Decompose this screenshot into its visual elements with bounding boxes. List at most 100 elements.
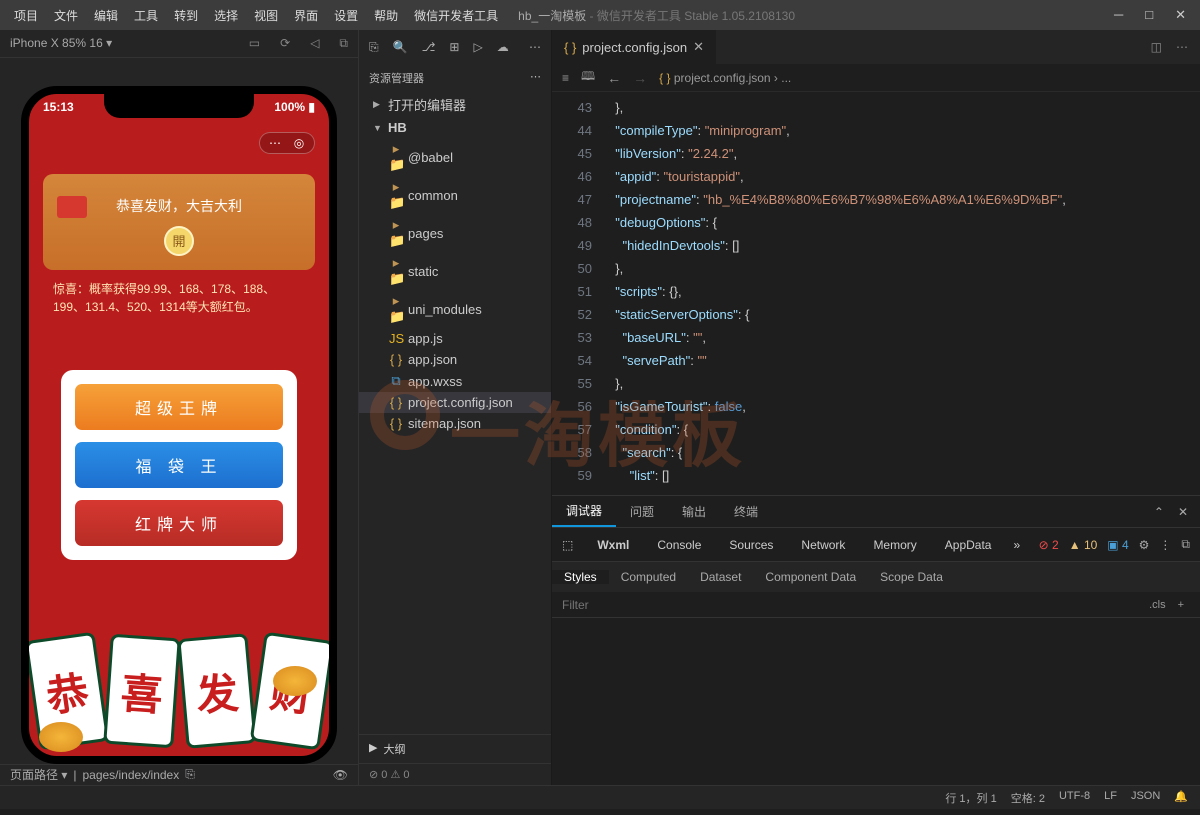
open-editors-section[interactable]: ▶打开的编辑器: [359, 92, 551, 117]
error-badge[interactable]: ⊘ 2: [1039, 538, 1059, 552]
outline-section[interactable]: ▶大纲: [359, 734, 551, 763]
encoding[interactable]: UTF-8: [1059, 790, 1090, 806]
open-button[interactable]: 開: [164, 226, 194, 256]
tree-common[interactable]: ▸ 📁common: [359, 176, 551, 214]
menu-select[interactable]: 选择: [206, 3, 246, 28]
dock-icon[interactable]: ⧉: [1181, 537, 1190, 552]
sub-appdata[interactable]: AppData: [931, 538, 1006, 552]
sub-network[interactable]: Network: [787, 538, 859, 552]
card-red[interactable]: 红牌大师: [75, 500, 283, 546]
editor-tab[interactable]: { } project.config.json ✕: [552, 30, 717, 64]
cloud-icon[interactable]: ☁: [497, 40, 509, 54]
computed-tab[interactable]: Computed: [609, 570, 688, 584]
device-selector[interactable]: iPhone X 85% 16 ▾: [10, 36, 112, 50]
dbg-tab-output[interactable]: 输出: [668, 496, 720, 527]
root-folder[interactable]: ▼HB: [359, 117, 551, 138]
phone-icon[interactable]: ▭: [249, 36, 260, 51]
tab-close-icon[interactable]: ✕: [693, 39, 704, 55]
maximize-icon[interactable]: □: [1145, 7, 1153, 23]
code-editor[interactable]: }, "compileType": "miniprogram", "libVer…: [600, 92, 1066, 495]
sub-memory[interactable]: Memory: [859, 538, 930, 552]
add-rule-icon[interactable]: +: [1172, 599, 1190, 611]
sub-console[interactable]: Console: [643, 538, 715, 552]
lang-mode[interactable]: JSON: [1131, 790, 1160, 806]
tree-app.json[interactable]: { }app.json: [359, 349, 551, 370]
card-bag[interactable]: 福 袋 王: [75, 442, 283, 488]
dbg-tab-debugger[interactable]: 调试器: [552, 496, 616, 527]
envelope-msg: 恭喜发财，大吉大利: [55, 196, 303, 216]
menu-goto[interactable]: 转到: [166, 3, 206, 28]
detach-icon[interactable]: ⧉: [339, 36, 348, 51]
dbg-tab-terminal[interactable]: 终端: [720, 496, 772, 527]
minimize-icon[interactable]: ─: [1114, 7, 1123, 23]
menu-file[interactable]: 文件: [46, 3, 86, 28]
eol[interactable]: LF: [1104, 790, 1117, 806]
dataset-tab[interactable]: Dataset: [688, 570, 753, 584]
tree-project.config.json[interactable]: { }project.config.json: [359, 392, 551, 413]
debugger-panel: 调试器 问题 输出 终端 ⌃ ✕ ⬚ Wxml Console Sources …: [552, 495, 1200, 785]
debug-icon[interactable]: ▷: [473, 40, 482, 54]
menu-edit[interactable]: 编辑: [86, 3, 126, 28]
cls-button[interactable]: .cls: [1143, 599, 1172, 611]
indent[interactable]: 空格: 2: [1011, 790, 1045, 806]
panel-up-icon[interactable]: ⌃: [1154, 505, 1164, 519]
nav-fwd-icon[interactable]: →: [633, 70, 647, 86]
scopedata-tab[interactable]: Scope Data: [868, 570, 955, 584]
menu-help[interactable]: 帮助: [366, 3, 406, 28]
capsule-menu[interactable]: ⋯◎: [259, 132, 315, 154]
menu-tool[interactable]: 工具: [126, 3, 166, 28]
bell-icon[interactable]: 🔔: [1174, 790, 1188, 806]
menu-view[interactable]: 视图: [246, 3, 286, 28]
menu-project[interactable]: 项目: [6, 3, 46, 28]
preview-icon[interactable]: 👁: [333, 768, 348, 782]
red-envelope[interactable]: 恭喜发财，大吉大利 開: [43, 174, 315, 270]
status-battery: 100% ▮: [274, 100, 315, 114]
inspect-icon[interactable]: ⬚: [552, 538, 583, 552]
surprise-text: 惊喜：概率获得99.99、168、178、188、199、131.4、520、1…: [29, 270, 329, 326]
toggle-panel-icon[interactable]: ≡: [562, 71, 569, 85]
bookmark-icon[interactable]: 🕮: [581, 67, 595, 88]
filter-input[interactable]: [562, 598, 1143, 612]
sub-more-icon[interactable]: »: [1005, 538, 1028, 552]
refresh-icon[interactable]: ⟳: [280, 36, 290, 51]
tab-more-icon[interactable]: ⋯: [1176, 40, 1188, 54]
split-icon[interactable]: ◫: [1151, 40, 1162, 54]
tree-uni_modules[interactable]: ▸ 📁uni_modules: [359, 290, 551, 328]
editor-panel: { } project.config.json ✕ ◫ ⋯ ≡ 🕮 ← → { …: [552, 30, 1200, 785]
problems-count[interactable]: ⊘ 0 ⚠ 0: [359, 763, 551, 785]
explorer-icon[interactable]: ⎘: [369, 40, 379, 55]
styles-tab[interactable]: Styles: [552, 570, 609, 584]
copy-icon[interactable]: ⎘: [185, 767, 195, 782]
sub-sources[interactable]: Sources: [715, 538, 787, 552]
branch-icon[interactable]: ⎇: [422, 40, 436, 54]
warn-badge[interactable]: ▲ 10: [1069, 538, 1098, 552]
dbg-tab-problems[interactable]: 问题: [616, 496, 668, 527]
close-icon[interactable]: ✕: [1175, 7, 1186, 23]
explorer-more-icon[interactable]: ⋯: [530, 70, 541, 86]
menu-interface[interactable]: 界面: [286, 3, 326, 28]
gear-icon[interactable]: ⚙: [1139, 538, 1150, 552]
breadcrumb[interactable]: { } project.config.json › ...: [659, 71, 791, 85]
sub-wxml[interactable]: Wxml: [583, 538, 643, 552]
tree-app.wxss[interactable]: ⧉app.wxss: [359, 370, 551, 392]
menu-devtools[interactable]: 微信开发者工具: [406, 3, 506, 28]
panel-close-icon[interactable]: ✕: [1178, 505, 1188, 519]
card-super[interactable]: 超级王牌: [75, 384, 283, 430]
menu-settings[interactable]: 设置: [326, 3, 366, 28]
tree-pages[interactable]: ▸ 📁pages: [359, 214, 551, 252]
mute-icon[interactable]: ◁: [310, 36, 319, 51]
more-icon[interactable]: ⋯: [529, 40, 541, 54]
tree-@babel[interactable]: ▸ 📁@babel: [359, 138, 551, 176]
kebab-icon[interactable]: ⋮: [1159, 538, 1171, 552]
tree-static[interactable]: ▸ 📁static: [359, 252, 551, 290]
page-path[interactable]: pages/index/index: [82, 768, 179, 782]
compdata-tab[interactable]: Component Data: [753, 570, 868, 584]
tree-sitemap.json[interactable]: { }sitemap.json: [359, 413, 551, 434]
ext-icon[interactable]: ⊞: [449, 40, 459, 54]
page-path-label[interactable]: 页面路径 ▾: [10, 766, 67, 783]
search-icon[interactable]: 🔍: [393, 40, 408, 54]
nav-back-icon[interactable]: ←: [607, 70, 621, 86]
cursor-pos[interactable]: 行 1，列 1: [945, 790, 996, 806]
info-badge[interactable]: ▣ 4: [1107, 538, 1128, 552]
tree-app.js[interactable]: JSapp.js: [359, 328, 551, 349]
